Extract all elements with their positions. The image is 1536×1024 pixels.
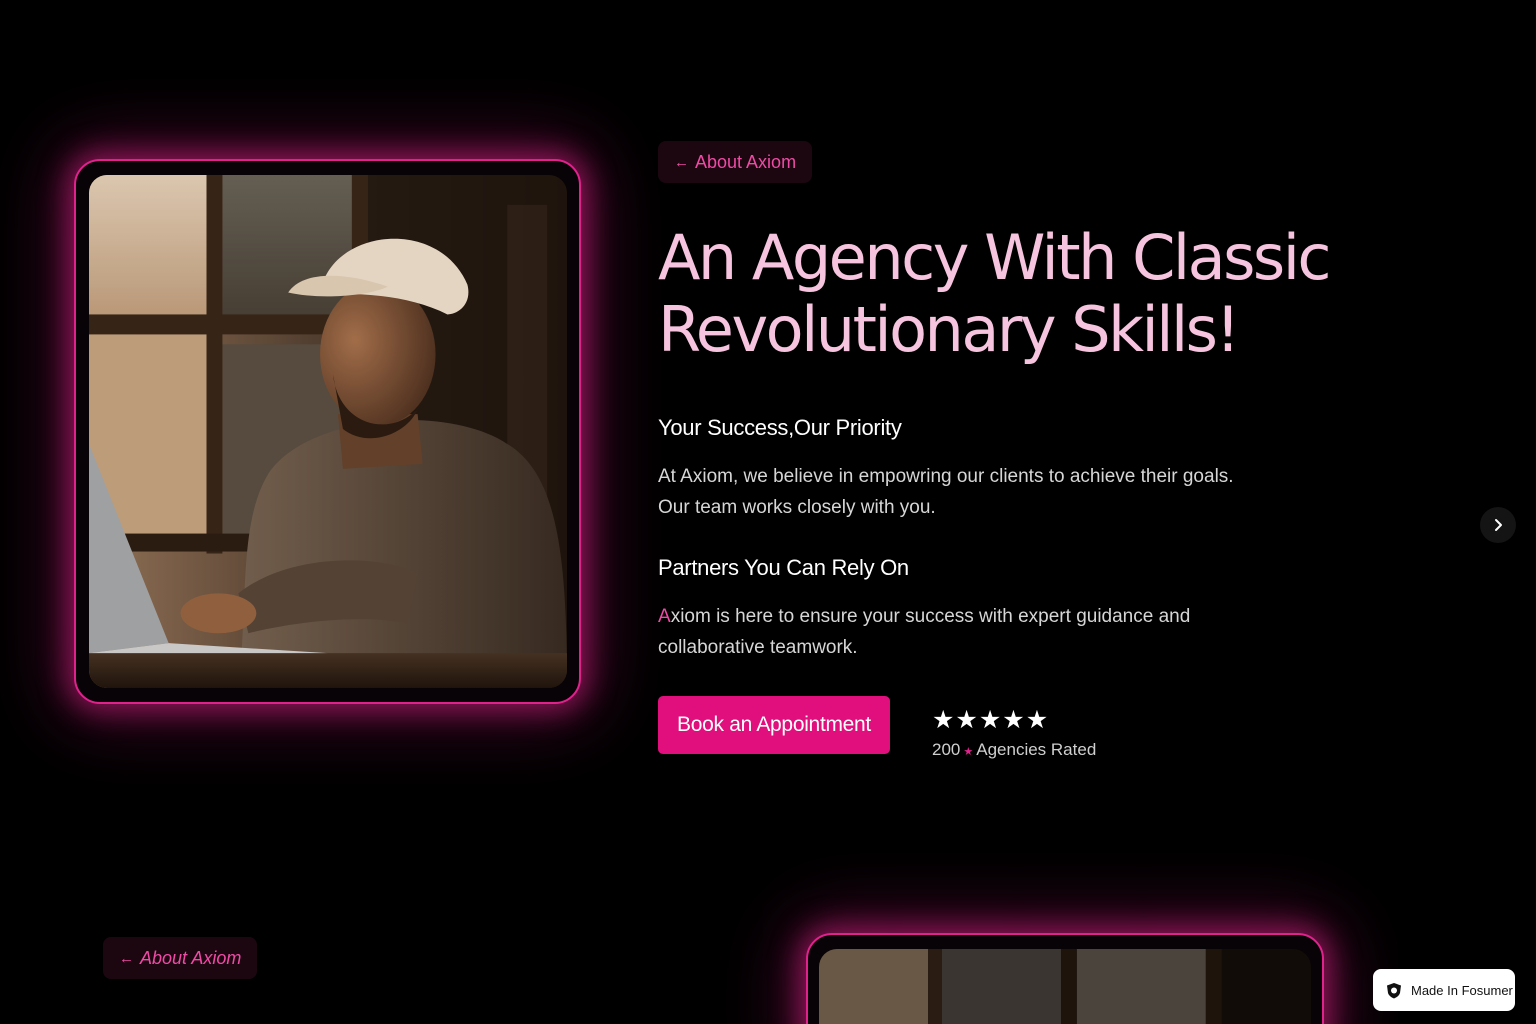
partners-line-1: Axiom is here to ensure your success wit… [658, 601, 1258, 632]
rating-label: Agencies Rated [976, 740, 1097, 759]
chevron-right-icon [1495, 519, 1502, 531]
partners-heading: Partners You Can Rely On [658, 555, 909, 580]
rating-block: ★ ★ ★ ★ ★ 200 ★ Agencies Rated [932, 706, 1096, 760]
success-priority-text: At Axiom, we believe in empowring our cl… [658, 461, 1258, 523]
rating-stars: ★ ★ ★ ★ ★ [932, 706, 1096, 734]
star-icon: ★ [932, 706, 955, 734]
back-arrow-icon: ← [119, 949, 134, 967]
about-axiom-badge-secondary-label: About Axiom [140, 947, 242, 968]
partners-text: Axiom is here to ensure your success wit… [658, 601, 1258, 663]
secondary-photo-illustration [819, 949, 1311, 1024]
hero-image-frame [74, 159, 581, 704]
star-icon: ★ [1002, 706, 1025, 734]
secondary-image-frame [806, 933, 1324, 1024]
partners-first-letter: A [658, 606, 671, 627]
partners-line-1-rest: xiom is here to ensure your success with… [670, 606, 1191, 627]
small-star-icon: ★ [963, 746, 974, 758]
book-appointment-button[interactable]: Book an Appointment [658, 696, 890, 754]
rating-count: 200 [932, 740, 961, 759]
about-axiom-badge[interactable]: ← About Axiom [658, 141, 813, 183]
hero-headline: An Agency With Classic Revolutionary Ski… [658, 222, 1378, 366]
page: ← About Axiom An Agency With Classic Rev… [0, 0, 1536, 1024]
success-priority-line-2: Our team works closely with you. [658, 497, 936, 518]
secondary-photo [819, 949, 1311, 1024]
partners-line-2: collaborative teamwork. [658, 637, 858, 658]
star-icon: ★ [955, 706, 978, 734]
star-icon: ★ [978, 706, 1002, 734]
shield-logo-icon [1387, 982, 1401, 998]
made-in-badge-label: Made In Fosumer [1411, 982, 1513, 998]
made-in-badge[interactable]: Made In Fosumer [1373, 969, 1515, 1011]
hero-headline-line-1: An Agency With Classic [658, 221, 1332, 294]
about-axiom-badge-label: About Axiom [695, 151, 797, 172]
star-icon: ★ [1025, 706, 1049, 734]
back-arrow-icon: ← [674, 153, 689, 171]
carousel-next-button[interactable] [1480, 507, 1516, 543]
hero-photo [89, 175, 567, 688]
about-axiom-badge-secondary[interactable]: ← About Axiom [103, 937, 258, 979]
man-at-laptop-illustration [89, 175, 567, 688]
success-priority-heading: Your Success,Our Priority [658, 415, 902, 440]
success-priority-line-1: At Axiom, we believe in empowring our cl… [658, 466, 1234, 487]
rating-caption: 200 ★ Agencies Rated [932, 740, 1096, 760]
hero-headline-line-2: Revolutionary Skills! [658, 293, 1240, 366]
